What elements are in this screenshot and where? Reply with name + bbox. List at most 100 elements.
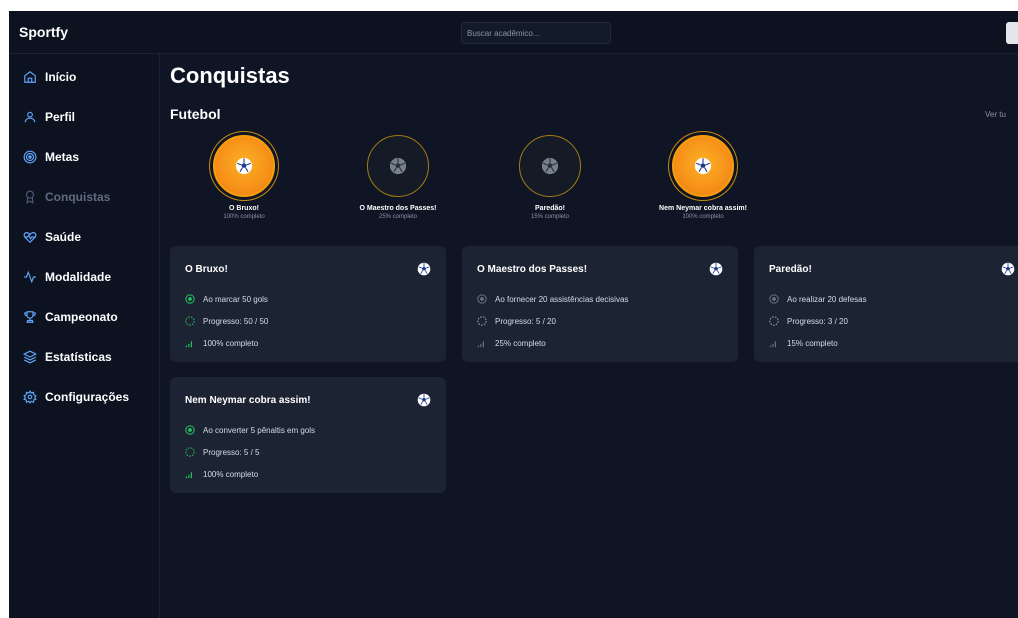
badge-name: O Bruxo! <box>229 205 259 212</box>
sidebar-item-campeonato[interactable]: Campeonato <box>23 308 118 326</box>
signal-icon <box>185 469 195 479</box>
loader-icon <box>185 316 195 326</box>
card-progress: Progresso: 5 / 20 <box>495 316 556 326</box>
badge-o-bruxo[interactable]: O Bruxo! 100% completo <box>174 135 314 220</box>
heart-pulse-icon <box>23 230 37 244</box>
achievement-card[interactable]: Paredão! Ao realizar 20 defesas Progress… <box>754 246 1018 362</box>
badge-name: Nem Neymar cobra assim! <box>659 205 747 212</box>
sidebar-item-modalidade[interactable]: Modalidade <box>23 268 111 286</box>
badge-name: Paredão! <box>535 205 565 212</box>
soccer-ball-icon <box>417 262 431 276</box>
card-goal: Ao fornecer 20 assistências decisivas <box>495 294 629 304</box>
badge-percent: 15% completo <box>530 214 570 220</box>
target-icon <box>185 294 195 304</box>
sidebar-item-label: Início <box>45 70 77 84</box>
card-percent: 15% completo <box>787 338 838 348</box>
main-content: Conquistas Futebol Ver tu O Bruxo! 100% … <box>160 54 1018 618</box>
sidebar-item-configuracoes[interactable]: Configurações <box>23 388 129 406</box>
trophy-icon <box>23 310 37 324</box>
target-icon <box>23 150 37 164</box>
sidebar-item-label: Perfil <box>45 110 76 124</box>
section-title: Futebol <box>170 106 221 122</box>
badge-name: O Maestro dos Passes! <box>359 205 437 212</box>
card-progress-row: Progresso: 5 / 5 <box>185 446 259 458</box>
card-goal-row: Ao marcar 50 gols <box>185 293 268 305</box>
signal-icon <box>769 338 779 348</box>
sidebar-item-perfil[interactable]: Perfil <box>23 108 75 126</box>
soccer-ball-icon <box>417 393 431 407</box>
user-icon <box>23 110 37 124</box>
card-progress: Progresso: 5 / 5 <box>203 447 260 457</box>
sidebar-item-conquistas[interactable]: Conquistas <box>23 188 110 206</box>
sidebar-item-label: Saúde <box>45 230 82 244</box>
loader-icon <box>185 447 195 457</box>
card-goal: Ao marcar 50 gols <box>203 294 268 304</box>
see-all-link[interactable]: Ver tu <box>985 110 1006 119</box>
card-percent-row: 15% completo <box>769 337 838 349</box>
badge-o-maestro-dos-passes[interactable]: O Maestro dos Passes! 25% completo <box>328 135 468 220</box>
avatar[interactable] <box>1006 22 1018 44</box>
card-percent: 100% completo <box>203 338 259 348</box>
card-title: O Bruxo! <box>185 264 228 275</box>
card-goal-row: Ao fornecer 20 assistências decisivas <box>477 293 628 305</box>
badge-percent: 25% completo <box>378 214 418 220</box>
card-progress-row: Progresso: 5 / 20 <box>477 315 556 327</box>
sidebar-item-label: Configurações <box>45 390 130 404</box>
badge-paredao[interactable]: Paredão! 15% completo <box>480 135 620 220</box>
top-bar: Sportfy Buscar acadêmico... <box>9 11 1018 54</box>
card-title: Paredão! <box>769 264 812 275</box>
signal-icon <box>185 338 195 348</box>
sidebar-item-saude[interactable]: Saúde <box>23 228 81 246</box>
award-icon <box>23 190 37 204</box>
sidebar: Início Perfil Metas Conquistas Saúde Mod… <box>9 54 160 618</box>
achievement-card[interactable]: O Maestro dos Passes! Ao fornecer 20 ass… <box>462 246 738 362</box>
target-icon <box>477 294 487 304</box>
card-percent: 25% completo <box>495 338 546 348</box>
card-goal-row: Ao realizar 20 defesas <box>769 293 867 305</box>
layers-icon <box>23 350 37 364</box>
sidebar-item-label: Modalidade <box>45 270 112 284</box>
soccer-ball-icon <box>694 157 712 175</box>
badge-circle <box>519 135 581 197</box>
soccer-ball-icon <box>1001 262 1015 276</box>
signal-icon <box>477 338 487 348</box>
badge-circle <box>367 135 429 197</box>
sidebar-item-metas[interactable]: Metas <box>23 148 79 166</box>
activity-icon <box>23 270 37 284</box>
soccer-ball-icon <box>389 157 407 175</box>
card-percent-row: 25% completo <box>477 337 546 349</box>
card-progress-row: Progresso: 50 / 50 <box>185 315 268 327</box>
card-progress: Progresso: 3 / 20 <box>787 316 848 326</box>
target-icon <box>185 425 195 435</box>
loader-icon <box>769 316 779 326</box>
page-title: Conquistas <box>170 63 290 88</box>
achievement-card[interactable]: Nem Neymar cobra assim! Ao converter 5 p… <box>170 377 446 493</box>
card-goal: Ao realizar 20 defesas <box>787 294 867 304</box>
sidebar-item-estatisticas[interactable]: Estatísticas <box>23 348 112 366</box>
card-title: O Maestro dos Passes! <box>477 264 588 275</box>
sidebar-item-label: Conquistas <box>45 190 111 204</box>
card-percent-row: 100% completo <box>185 337 258 349</box>
achievement-card[interactable]: O Bruxo! Ao marcar 50 gols Progresso: 50… <box>170 246 446 362</box>
card-progress-row: Progresso: 3 / 20 <box>769 315 848 327</box>
badge-nem-neymar-cobra-assim[interactable]: Nem Neymar cobra assim! 100% completo <box>633 135 773 220</box>
sidebar-item-label: Estatísticas <box>45 350 112 364</box>
card-goal: Ao converter 5 pênaltis em gols <box>203 425 316 435</box>
card-percent-row: 100% completo <box>185 468 258 480</box>
sidebar-item-label: Campeonato <box>45 310 118 324</box>
card-goal-row: Ao converter 5 pênaltis em gols <box>185 424 315 436</box>
soccer-ball-icon <box>235 157 253 175</box>
sidebar-item-label: Metas <box>45 150 80 164</box>
badge-percent: 100% completo <box>682 214 724 220</box>
app-window: Sportfy Buscar acadêmico... Início Perfi… <box>9 11 1018 618</box>
soccer-ball-icon <box>709 262 723 276</box>
card-percent: 100% completo <box>203 469 259 479</box>
soccer-ball-icon <box>541 157 559 175</box>
sidebar-item-inicio[interactable]: Início <box>23 68 76 86</box>
gear-icon <box>23 390 37 404</box>
home-icon <box>23 70 37 84</box>
search-input[interactable]: Buscar acadêmico... <box>461 22 611 44</box>
brand-logo[interactable]: Sportfy <box>19 24 68 40</box>
card-title: Nem Neymar cobra assim! <box>185 395 311 406</box>
loader-icon <box>477 316 487 326</box>
